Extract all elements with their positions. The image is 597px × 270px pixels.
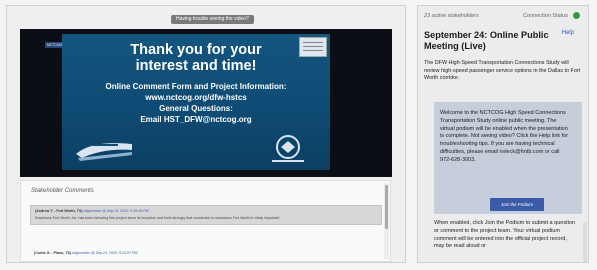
meeting-title: September 24: Online Public Meeting (Liv… (424, 30, 549, 51)
video-player[interactable]: NCTCOG Video Thank you for your interest… (20, 29, 392, 177)
comment-category[interactable]: Alignments (72, 251, 90, 255)
comments-scroll-thumb[interactable] (385, 185, 388, 229)
stakeholder-comments: Stakeholder Comments (Andrew T. - Fort W… (20, 180, 391, 262)
presentation-slide: Thank you for your interest and time! On… (62, 34, 330, 170)
comment-body: Downtown Fort Worth, Inc. has been follo… (35, 216, 281, 220)
connection-status-label: Connection Status (523, 13, 568, 19)
slide-details: Online Comment Form and Project Informat… (105, 82, 287, 124)
comment-item[interactable]: (Andrew T. - Fort Worth, TX) Alignments … (30, 205, 382, 225)
comments-title: Stakeholder Comments (31, 188, 94, 194)
video-help-banner[interactable]: Having trouble seeing the video? (171, 15, 254, 24)
train-logo-icon (76, 143, 132, 161)
welcome-info-box: Welcome to the NCTCOG High Speed Connect… (434, 102, 582, 214)
comment-timestamp: @ Sep 24, 2020, 5:36:49 PM (102, 209, 149, 213)
nctcog-logo-icon (272, 135, 304, 162)
comment-item[interactable]: (Curtis G. - Plano, TX) Alignments @ Sep… (30, 248, 382, 259)
meeting-description: The DFW High-Speed Transportation Connec… (424, 60, 581, 81)
active-stakeholders-count: 23 active stakeholders (424, 13, 479, 19)
comments-scrollbar[interactable] (384, 183, 389, 259)
slide-title: Thank you for your interest and time! (130, 42, 262, 74)
panel-scrollbar[interactable] (583, 222, 587, 262)
podium-instructions: When enabled, click Join the Podium to s… (434, 220, 575, 250)
comment-category[interactable]: Alignments (83, 209, 101, 213)
comment-author: (Andrew T. - Fort Worth, TX) (35, 209, 83, 213)
comment-author: (Curtis G. - Plano, TX) (34, 251, 72, 255)
connection-status-icon (573, 12, 580, 19)
join-podium-button[interactable]: Join the Podium (490, 198, 544, 211)
welcome-text: Welcome to the NCTCOG High Speed Connect… (440, 110, 569, 163)
video-panel: Having trouble seeing the video? NCTCOG … (6, 5, 406, 263)
meeting-panel: 23 active stakeholders Connection Status… (417, 5, 589, 263)
comment-timestamp: @ Sep 24, 2020, 5:33:07 PM (90, 251, 138, 255)
help-link[interactable]: Help (562, 30, 574, 36)
